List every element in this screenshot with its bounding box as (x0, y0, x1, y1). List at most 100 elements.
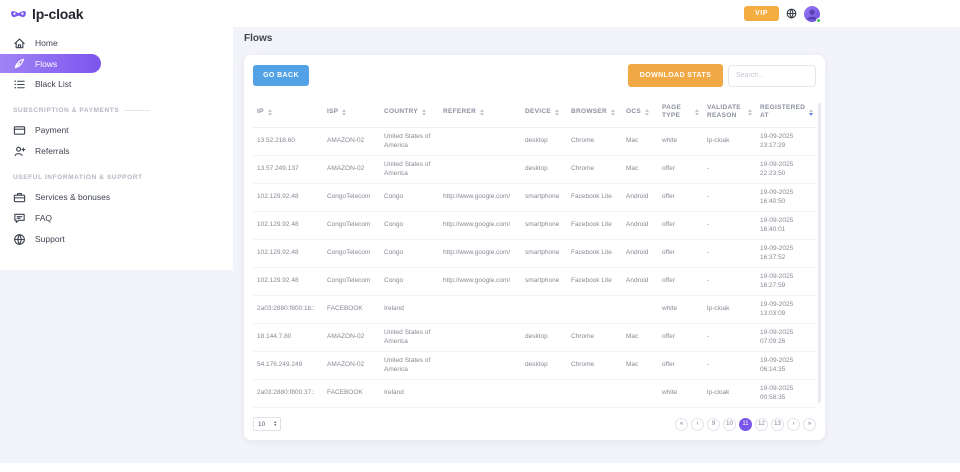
page-size-select[interactable]: 10 ▲▼ (253, 417, 281, 431)
cell-validate-reason: - (703, 184, 756, 212)
column-header-validate-reason[interactable]: VALIDATE REASON (703, 99, 756, 128)
cell-isp: CongoTelecom (323, 268, 380, 296)
column-label: ISP (327, 108, 338, 116)
cell-country: United States of America (380, 324, 439, 352)
column-header-registered-at[interactable]: REGISTERED AT (756, 99, 816, 128)
cell-registered-at: 19-09-202513:03:09 (756, 296, 816, 324)
column-label: REGISTERED AT (760, 104, 805, 120)
table-row[interactable]: 2a03:2880:f800:1b:: FACEBOOK Ireland whi… (253, 296, 816, 324)
cell-registered-at: 19-09-202522:23:50 (756, 156, 816, 184)
table-row[interactable]: 2a03:2880:f800:37:: FACEBOOK Ireland whi… (253, 380, 816, 408)
cell-ip: 13.57.249.137 (253, 156, 323, 184)
cell-referer: http://www.google.com/ (439, 268, 521, 296)
table-row[interactable]: 102.129.92.48 CongoTelecom Congo http://… (253, 212, 816, 240)
go-back-button[interactable]: GO BACK (253, 65, 309, 86)
table-row[interactable]: 13.57.249.137 AMAZON-02 United States of… (253, 156, 816, 184)
cell-ip: 18.144.7.80 (253, 324, 323, 352)
cell-browser: Facebook Lite (567, 212, 622, 240)
sort-icon (268, 109, 272, 116)
column-header-ocs[interactable]: OCS (622, 99, 658, 128)
table-scrollbar[interactable] (818, 103, 821, 403)
cell-validate-reason: - (703, 212, 756, 240)
sort-icon (342, 109, 346, 116)
cell-ip: 2a03:2880:f800:1b:: (253, 296, 323, 324)
cell-page-type: offer (658, 324, 703, 352)
pagination-page-13[interactable]: 13 (771, 418, 784, 431)
cell-browser: Chrome (567, 128, 622, 156)
cell-registered-at: 19-09-202506:14:35 (756, 352, 816, 380)
pagination-page-12[interactable]: 12 (755, 418, 768, 431)
mask-icon (10, 8, 27, 20)
table-row[interactable]: 102.129.92.48 CongoTelecom Congo http://… (253, 240, 816, 268)
brand-logo[interactable]: lp-cloak (10, 6, 83, 22)
column-header-browser[interactable]: BROWSER (567, 99, 622, 128)
column-header-device[interactable]: DEVICE (521, 99, 567, 128)
cell-ip: 102.129.92.48 (253, 240, 323, 268)
cell-ocs: Android (622, 268, 658, 296)
sidebar-item-home[interactable]: Home (0, 33, 233, 53)
table-row[interactable]: 102.129.92.48 CongoTelecom Congo http://… (253, 268, 816, 296)
cell-country: Ireland (380, 380, 439, 408)
column-header-page-type[interactable]: PAGE TYPE (658, 99, 703, 128)
cell-registered-at: 19-09-202516:37:52 (756, 240, 816, 268)
sidebar-item-black-list[interactable]: Black List (0, 74, 233, 94)
cell-device (521, 380, 567, 408)
card-toolbar: GO BACK DOWNLOAD STATS (253, 64, 816, 87)
cell-isp: CongoTelecom (323, 240, 380, 268)
sidebar-section-subscription-payments: SUBSCRIPTION & PAYMENTS (0, 107, 233, 114)
download-stats-button[interactable]: DOWNLOAD STATS (628, 64, 723, 87)
column-label: DEVICE (525, 108, 551, 116)
cell-registered-at: 19-09-202500:58:35 (756, 380, 816, 408)
search-input[interactable] (728, 65, 816, 87)
sort-icon-active (809, 109, 813, 116)
sort-icon (695, 109, 699, 116)
table-row[interactable]: 18.144.7.80 AMAZON-02 United States of A… (253, 324, 816, 352)
column-header-referer[interactable]: REFERER (439, 99, 521, 128)
avatar[interactable] (804, 6, 820, 22)
cell-ocs: Mac (622, 324, 658, 352)
pagination-page-11-active[interactable]: 11 (739, 418, 752, 431)
pagination-next[interactable]: › (787, 418, 800, 431)
table-row[interactable]: 102.129.92.48 CongoTelecom Congo http://… (253, 184, 816, 212)
table-row[interactable]: 13.52.218.60 AMAZON-02 United States of … (253, 128, 816, 156)
sidebar-item-flows[interactable]: Flows (0, 54, 101, 73)
sidebar-item-label: Black List (35, 79, 71, 89)
cell-referer: http://www.google.com/ (439, 184, 521, 212)
cell-country: Congo (380, 240, 439, 268)
sidebar-item-faq[interactable]: FAQ (0, 208, 233, 228)
cell-ip: 102.129.92.48 (253, 268, 323, 296)
column-header-ip[interactable]: IP (253, 99, 323, 128)
cell-ocs: Mac (622, 128, 658, 156)
toolbar-right: DOWNLOAD STATS (628, 64, 816, 87)
cell-isp: FACEBOOK (323, 380, 380, 408)
pagination-first[interactable]: « (675, 418, 688, 431)
table-row[interactable]: 54.176.249.249 AMAZON-02 United States o… (253, 352, 816, 380)
column-header-isp[interactable]: ISP (323, 99, 380, 128)
sidebar-item-services-bonuses[interactable]: Services & bonuses (0, 187, 233, 207)
column-label: BROWSER (571, 108, 607, 116)
pagination-prev[interactable]: ‹ (691, 418, 704, 431)
cell-validate-reason: lp-cloak (703, 380, 756, 408)
pagination-last[interactable]: » (803, 418, 816, 431)
sidebar-item-referrals[interactable]: Referrals (0, 141, 233, 161)
cell-device: desktop (521, 128, 567, 156)
footer-strip (0, 463, 960, 472)
sort-icon (480, 109, 484, 116)
cell-ocs: Mac (622, 156, 658, 184)
pagination-page-9[interactable]: 9 (707, 418, 720, 431)
column-header-country[interactable]: COUNTRY (380, 99, 439, 128)
home-icon (13, 37, 26, 50)
cell-isp: FACEBOOK (323, 296, 380, 324)
pagination-page-10[interactable]: 10 (723, 418, 736, 431)
cell-page-type: white (658, 296, 703, 324)
cell-browser (567, 380, 622, 408)
sidebar-item-payment[interactable]: Payment (0, 120, 233, 140)
vip-button[interactable]: VIP (744, 6, 779, 21)
page-size-value: 10 (258, 421, 265, 428)
cell-country: Congo (380, 268, 439, 296)
sidebar-item-support[interactable]: Support (0, 229, 233, 249)
cell-page-type: offer (658, 212, 703, 240)
cell-validate-reason: - (703, 156, 756, 184)
language-globe-icon[interactable] (786, 8, 797, 19)
cell-device: desktop (521, 324, 567, 352)
